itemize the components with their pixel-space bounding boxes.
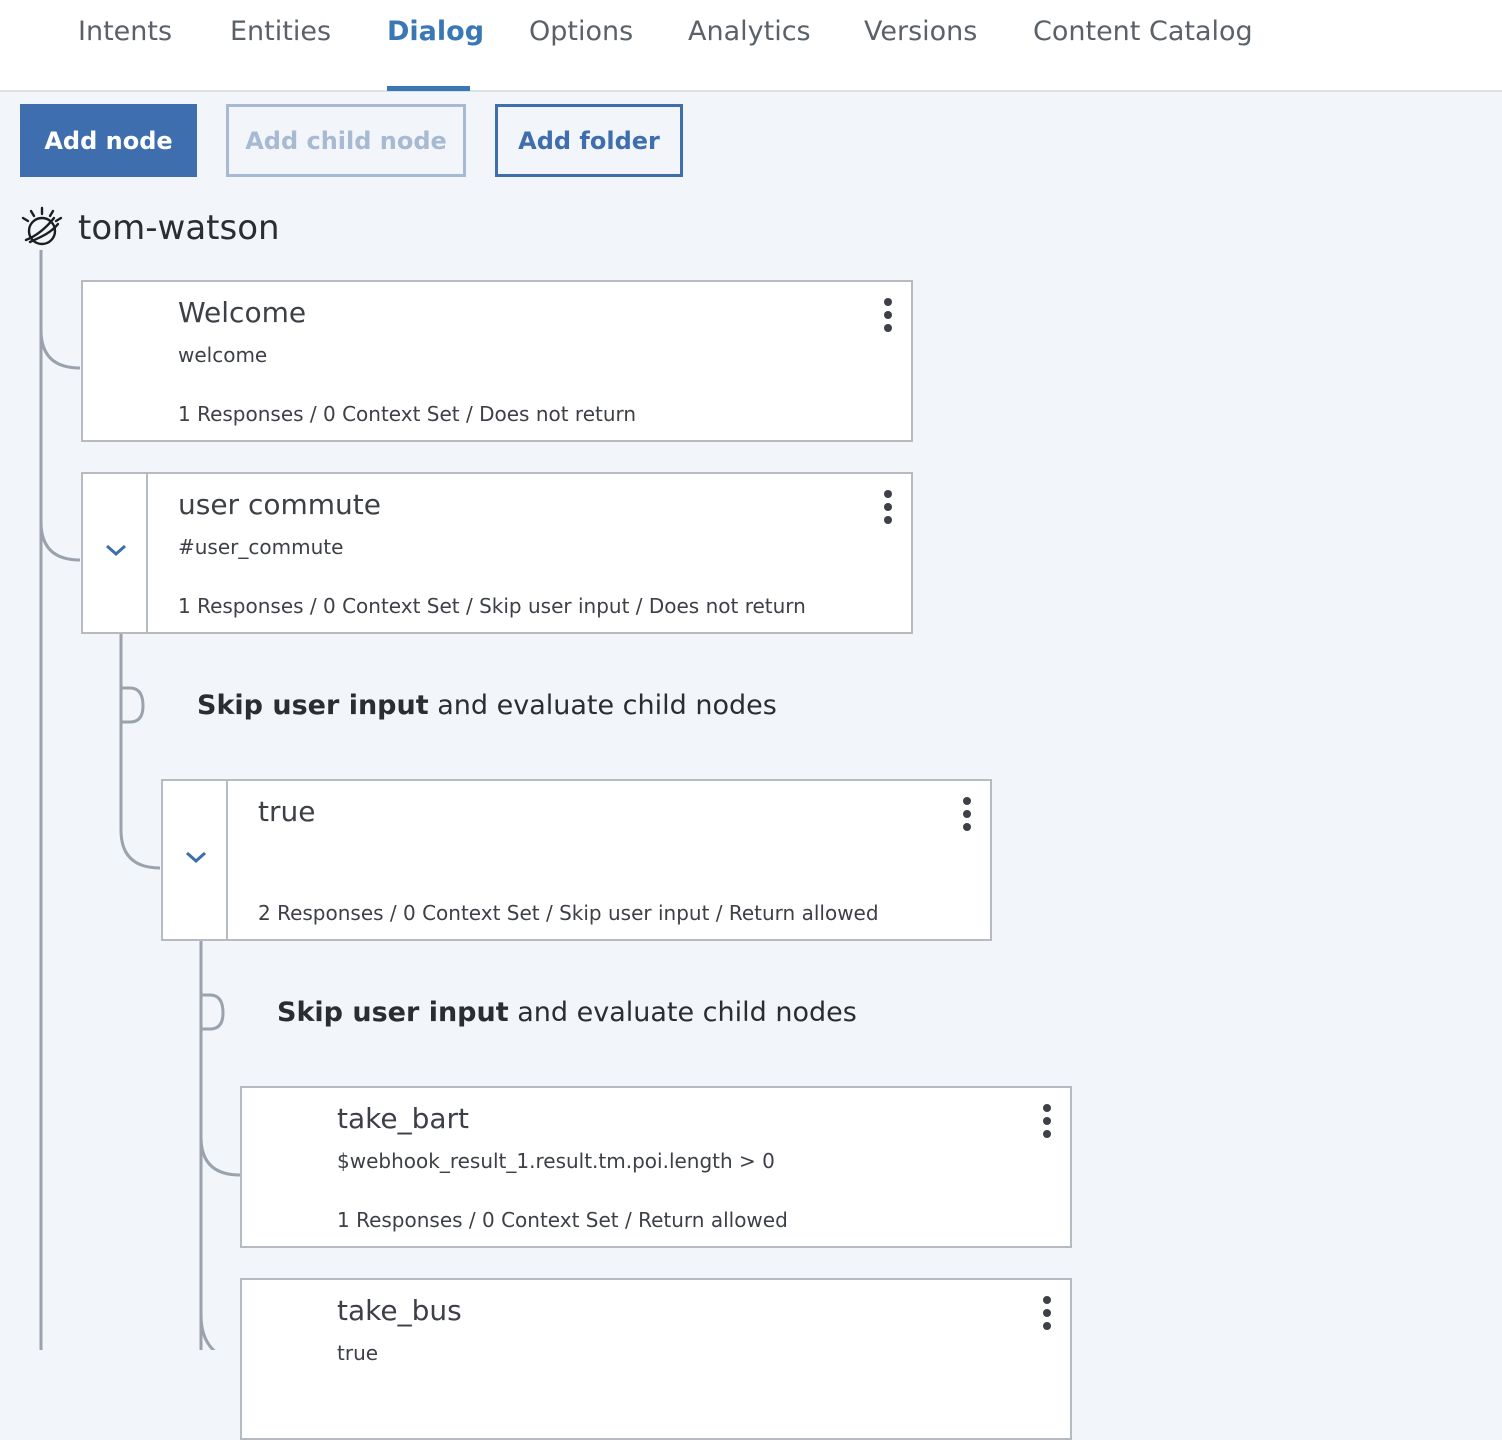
- node-summary: 2 Responses / 0 Context Set / Skip user …: [258, 901, 879, 925]
- chevron-down-icon: [186, 851, 206, 864]
- node-title: take_bus: [337, 1294, 462, 1327]
- dialog-node[interactable]: user commute #user_commute 1 Responses /…: [81, 472, 913, 634]
- ibm-watson-icon: [21, 206, 63, 246]
- tab-content-catalog[interactable]: Content Catalog: [1033, 16, 1253, 90]
- node-title: true: [258, 795, 316, 828]
- top-nav: Intents Entities Dialog Options Analytic…: [0, 0, 1502, 92]
- node-condition: $webhook_result_1.result.tm.poi.length >…: [337, 1149, 775, 1173]
- skip-user-input-note: Skip user input and evaluate child nodes: [277, 997, 857, 1028]
- node-title: user commute: [178, 488, 381, 521]
- add-child-node-button[interactable]: Add child node: [226, 104, 466, 177]
- expand-toggle[interactable]: [83, 474, 148, 632]
- active-tab-indicator: [387, 86, 470, 91]
- dialog-node[interactable]: take_bart $webhook_result_1.result.tm.po…: [240, 1086, 1072, 1248]
- dialog-node[interactable]: Welcome welcome 1 Responses / 0 Context …: [81, 280, 913, 442]
- skip-note-bold: Skip user input: [197, 690, 429, 721]
- skip-user-input-note: Skip user input and evaluate child nodes: [197, 690, 777, 721]
- add-folder-button[interactable]: Add folder: [495, 104, 683, 177]
- skip-note-rest: and evaluate child nodes: [428, 690, 777, 721]
- tab-entities[interactable]: Entities: [230, 16, 331, 90]
- dialog-node[interactable]: true 2 Responses / 0 Context Set / Skip …: [161, 779, 992, 941]
- node-summary: 1 Responses / 0 Context Set / Does not r…: [178, 402, 637, 426]
- overflow-menu-icon[interactable]: [1042, 1104, 1052, 1142]
- skip-note-bold: Skip user input: [277, 997, 509, 1028]
- tab-versions[interactable]: Versions: [864, 16, 977, 90]
- tab-options[interactable]: Options: [529, 16, 633, 90]
- node-title: Welcome: [178, 296, 307, 329]
- tab-dialog[interactable]: Dialog: [387, 16, 484, 90]
- overflow-menu-icon[interactable]: [883, 298, 893, 336]
- tab-intents[interactable]: Intents: [78, 16, 172, 90]
- node-summary: 1 Responses / 0 Context Set / Skip user …: [178, 594, 806, 618]
- overflow-menu-icon[interactable]: [962, 797, 972, 835]
- node-condition: welcome: [178, 343, 268, 367]
- overflow-menu-icon[interactable]: [1042, 1296, 1052, 1334]
- workspace-name: tom-watson: [78, 208, 280, 248]
- node-title: take_bart: [337, 1102, 470, 1135]
- node-condition: true: [337, 1341, 379, 1365]
- expand-toggle[interactable]: [163, 781, 228, 939]
- overflow-menu-icon[interactable]: [883, 490, 893, 528]
- dialog-node[interactable]: take_bus true: [240, 1278, 1072, 1440]
- tab-analytics[interactable]: Analytics: [688, 16, 811, 90]
- node-condition: #user_commute: [178, 535, 344, 559]
- skip-note-rest: and evaluate child nodes: [508, 997, 857, 1028]
- node-summary: 1 Responses / 0 Context Set / Return all…: [337, 1208, 788, 1232]
- add-node-button[interactable]: Add node: [20, 104, 197, 177]
- chevron-down-icon: [106, 544, 126, 557]
